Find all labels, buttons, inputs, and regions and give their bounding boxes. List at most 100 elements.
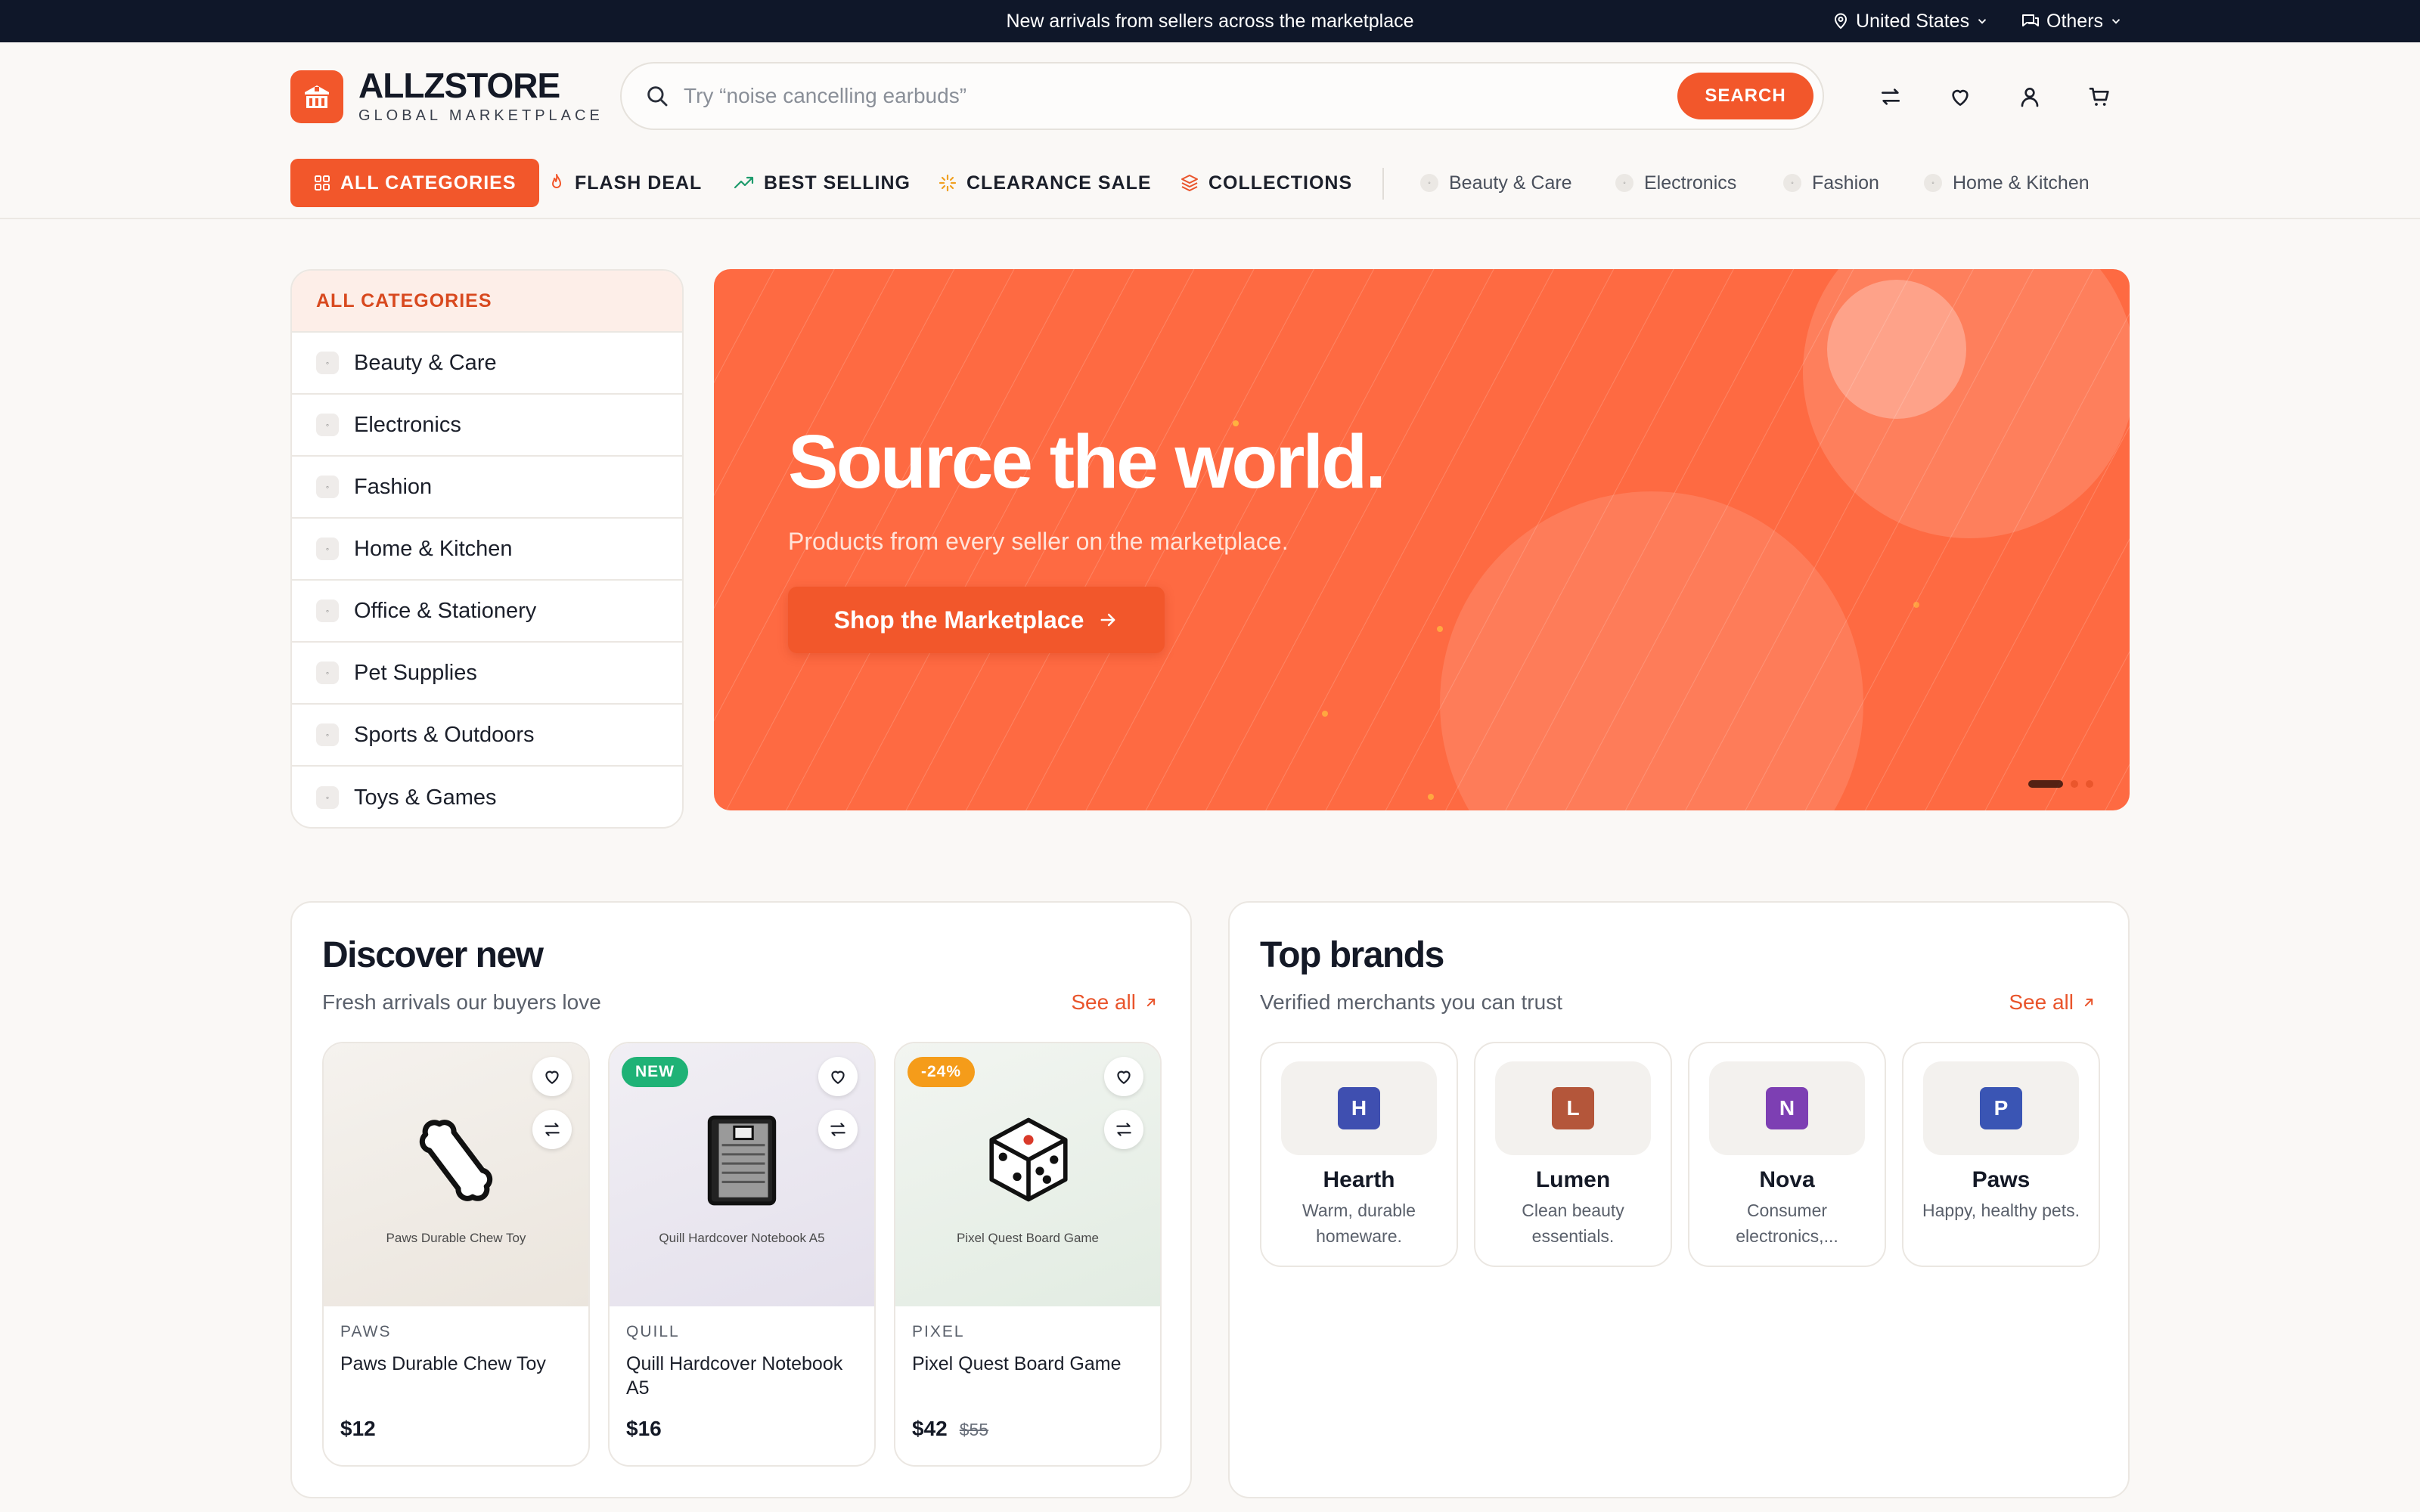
carousel-dot[interactable] (2086, 780, 2093, 788)
nav-category-home-kitchen[interactable]: ◦ Home & Kitchen (1924, 159, 2090, 207)
category-icon: ◦ (1615, 174, 1634, 192)
sparkle-icon (939, 174, 957, 192)
nav-category-label: Home & Kitchen (1953, 172, 2090, 194)
see-all-link[interactable]: See all (1071, 990, 1159, 1015)
carousel-dots (2028, 780, 2093, 788)
notebook-icon (707, 1115, 777, 1206)
brand-logo: H (1338, 1087, 1380, 1129)
search-button[interactable]: SEARCH (1677, 73, 1813, 119)
nav-flash-deal[interactable]: FLASH DEAL (548, 159, 702, 207)
brand-name: Lumen (1535, 1167, 1611, 1192)
region-selector[interactable]: United States (1832, 0, 1989, 42)
sidebar-item-beauty-care[interactable]: ◦ Beauty & Care (292, 333, 682, 395)
sidebar-item-toys-games[interactable]: ◦ Toys & Games (292, 767, 682, 827)
new-badge: NEW (622, 1057, 688, 1087)
categories-sidebar: ALL CATEGORIES ◦ Beauty & Care ◦ Electroni… (290, 269, 684, 829)
category-icon: ◦ (316, 352, 339, 374)
brand-card-lumen[interactable]: L Lumen Clean beauty essentials. (1474, 1042, 1672, 1267)
product-image-label: Quill Hardcover Notebook A5 (659, 1231, 825, 1245)
sidebar-item-label: Electronics (354, 412, 461, 437)
wishlist-button[interactable] (1944, 80, 1977, 113)
logo-tagline: GLOBAL MARKETPLACE (358, 107, 603, 124)
sidebar-item-office-stationery[interactable]: ◦ Office & Stationery (292, 581, 682, 643)
sidebar-item-label: Home & Kitchen (354, 536, 513, 561)
bone-icon (419, 1120, 493, 1201)
product-card[interactable]: Pixel Quest Board Game -24% PIXEL Pixel … (894, 1042, 1162, 1467)
price-current: $42 (912, 1417, 948, 1440)
all-categories-button[interactable]: ALL CATEGORIES (290, 159, 539, 207)
others-selector[interactable]: Others (2021, 0, 2123, 42)
nav-collections[interactable]: COLLECTIONS (1180, 159, 1352, 207)
nav-category-electronics[interactable]: ◦ Electronics (1615, 159, 1736, 207)
brand-logo-box: P (1923, 1061, 2079, 1155)
site-header: ALLZSTORE GLOBAL MARKETPLACE SEARCH ALL … (0, 42, 2420, 219)
logo[interactable]: ALLZSTORE GLOBAL MARKETPLACE (290, 68, 603, 125)
price-original: $55 (959, 1420, 989, 1439)
brand-logo: N (1766, 1087, 1808, 1129)
wishlist-toggle[interactable] (1104, 1057, 1143, 1096)
category-icon: ◦ (316, 600, 339, 622)
trending-up-icon (734, 176, 754, 189)
top-brands-section: Top brands Verified merchants you can tr… (1228, 901, 2130, 1498)
dice-icon (989, 1117, 1068, 1202)
search-input[interactable] (684, 84, 1677, 108)
sidebar-item-home-kitchen[interactable]: ◦ Home & Kitchen (292, 519, 682, 581)
heart-icon (1117, 1070, 1131, 1084)
product-card[interactable]: Paws Durable Chew Toy PAWS Paws Durable … (322, 1042, 590, 1467)
sidebar-item-label: Office & Stationery (354, 598, 537, 623)
compare-toggle[interactable] (532, 1110, 572, 1149)
category-icon: ◦ (1783, 174, 1801, 192)
cart-button[interactable] (2083, 80, 2116, 113)
account-button[interactable] (2013, 80, 2046, 113)
section-subtitle: Verified merchants you can trust (1260, 990, 1562, 1014)
compare-icon (544, 1123, 560, 1136)
discover-new-section: Discover new Fresh arrivals our buyers l… (290, 901, 1192, 1498)
wishlist-toggle[interactable] (818, 1057, 858, 1096)
sidebar-item-label: Sports & Outdoors (354, 722, 535, 747)
arrow-up-right-icon (1146, 998, 1156, 1007)
section-subtitle: Fresh arrivals our buyers love (322, 990, 601, 1014)
brand-logo: L (1552, 1087, 1594, 1129)
category-icon: ◦ (316, 723, 339, 746)
sidebar-item-label: Beauty & Care (354, 350, 497, 375)
chat-icon (2022, 14, 2039, 26)
category-icon: ◦ (316, 786, 339, 809)
shop-marketplace-button[interactable]: Shop the Marketplace (788, 587, 1165, 653)
sidebar-item-pet-supplies[interactable]: ◦ Pet Supplies (292, 643, 682, 705)
heart-icon (545, 1070, 559, 1084)
product-price: $42 $55 (912, 1417, 988, 1441)
sidebar-item-fashion[interactable]: ◦ Fashion (292, 457, 682, 519)
heart-icon (831, 1070, 845, 1084)
arrow-up-right-icon (2084, 998, 2093, 1007)
wishlist-toggle[interactable] (532, 1057, 572, 1096)
nav-category-fashion[interactable]: ◦ Fashion (1783, 159, 1879, 207)
flash-deal-label: FLASH DEAL (575, 172, 703, 194)
nav-clearance-sale[interactable]: CLEARANCE SALE (938, 159, 1152, 207)
compare-toggle[interactable] (1104, 1110, 1143, 1149)
product-card[interactable]: Quill Hardcover Notebook A5 NEW QUILL Qu… (608, 1042, 876, 1467)
store-logo-icon (290, 70, 343, 123)
see-all-link[interactable]: See all (2009, 990, 2096, 1015)
brand-name: Nova (1759, 1167, 1815, 1192)
brand-description: Consumer electronics,... (1736, 1201, 1838, 1246)
heart-icon (1952, 89, 1969, 106)
brand-card-hearth[interactable]: H Hearth Warm, durable homeware. (1260, 1042, 1458, 1267)
nav-divider (1382, 168, 1384, 200)
product-brand: PAWS (340, 1323, 392, 1340)
compare-button[interactable] (1874, 80, 1907, 113)
category-icon: ◦ (316, 662, 339, 684)
brand-card-nova[interactable]: N Nova Consumer electronics,... (1688, 1042, 1886, 1267)
others-label: Others (2046, 10, 2104, 32)
sidebar-item-sports-outdoors[interactable]: ◦ Sports & Outdoors (292, 705, 682, 767)
discount-badge: -24% (908, 1057, 976, 1087)
compare-toggle[interactable] (818, 1110, 858, 1149)
nav-best-selling[interactable]: BEST SELLING (734, 159, 911, 207)
compare-icon (830, 1123, 845, 1136)
nav-category-beauty[interactable]: ◦ Beauty & Care (1420, 159, 1572, 207)
chevron-down-icon (1978, 19, 1987, 24)
sidebar-item-electronics[interactable]: ◦ Electronics (292, 395, 682, 457)
carousel-dot[interactable] (2028, 780, 2063, 788)
brand-card-paws[interactable]: P Paws Happy, healthy pets. (1902, 1042, 2100, 1267)
brand-description: Clean beauty essentials. (1522, 1201, 1624, 1246)
carousel-dot[interactable] (2071, 780, 2078, 788)
